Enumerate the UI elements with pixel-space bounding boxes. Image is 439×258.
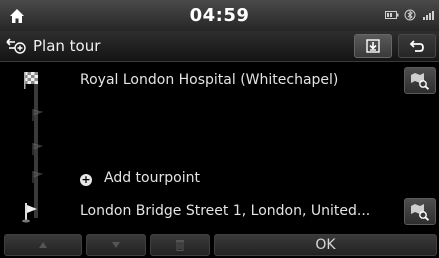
tour-start-row[interactable]: Royal London Hospital (Whitechapel) [0,64,439,97]
bluetooth-icon [404,9,416,21]
tour-start-label: Royal London Hospital (Whitechapel) [80,72,339,88]
home-icon [9,8,24,23]
route-plus-icon [6,38,26,54]
back-arrow-icon [409,40,424,52]
checkered-flag-icon [24,72,38,89]
signal-icon [423,11,434,20]
bottom-bar: OK [0,232,439,258]
destination-flag-icon [22,203,37,223]
map-search-icon [411,203,430,221]
add-tourpoint-button[interactable]: + Add tourpoint [70,166,390,192]
move-up-button[interactable] [4,234,82,256]
ok-button[interactable]: OK [214,234,437,256]
down-arrow-icon [112,242,120,248]
ok-label: OK [315,237,336,253]
status-bar: 04:59 [0,0,439,31]
title-bar: Plan tour [0,31,439,62]
page-title: Plan tour [33,37,101,55]
tour-destination-label: London Bridge Street 1, London, United..… [80,203,371,219]
move-down-button[interactable] [86,234,146,256]
download-button[interactable] [354,34,392,58]
map-search-icon [411,72,430,90]
add-tourpoint-label: Add tourpoint [104,170,200,186]
start-map-button[interactable] [404,67,436,94]
download-icon [366,39,380,53]
tour-list: Royal London Hospital (Whitechapel) + Ad… [0,62,439,230]
destination-map-button[interactable] [404,198,436,225]
up-arrow-icon [39,242,47,248]
status-icons [385,9,435,21]
home-button[interactable] [0,2,33,29]
clock: 04:59 [189,5,250,26]
plus-circle-icon: + [80,173,92,186]
tour-destination-row[interactable]: London Bridge Street 1, London, United..… [0,195,439,228]
back-button[interactable] [398,34,436,58]
empty-slot-flag-icon [32,143,44,155]
trash-icon [176,240,184,251]
empty-slot-flag-icon [32,109,44,121]
empty-slot-flag-icon [32,171,44,183]
delete-button[interactable] [150,234,210,256]
battery-icon [385,11,399,19]
